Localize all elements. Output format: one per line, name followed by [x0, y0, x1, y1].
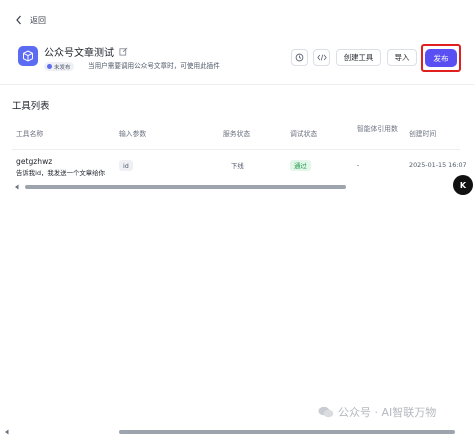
column-header-service-status: 服务状态: [223, 130, 251, 138]
page-title: 公众号文章测试: [44, 44, 128, 59]
watermark: 公众号 · AI智联万物: [318, 404, 436, 420]
table-header-divider: [12, 149, 460, 150]
back-link[interactable]: 返回: [14, 14, 46, 26]
created-at-cell: 2025-01-15 16:07: [409, 161, 467, 169]
tool-list-title: 工具列表: [12, 101, 50, 112]
plugin-description: 当用户需要调用公众号文章时，可使用此插件: [88, 62, 220, 70]
watermark-text: 公众号 · AI智联万物: [338, 406, 437, 419]
status-badge-label: 未发布: [54, 64, 71, 71]
cube-icon: [23, 50, 33, 62]
status-badge: 未发布: [44, 62, 74, 71]
clock-icon: [295, 53, 304, 62]
agent-refs-cell: -: [357, 161, 360, 169]
edit-icon[interactable]: [119, 47, 128, 56]
floating-assistant-button[interactable]: K: [453, 175, 473, 195]
table-horizontal-scrollbar[interactable]: [14, 184, 462, 190]
create-tool-button[interactable]: 创建工具: [336, 49, 381, 66]
plugin-icon: [18, 46, 38, 66]
chevron-left-icon: [16, 15, 21, 25]
column-header-agent-refs: 智能体引用数: [357, 125, 398, 133]
publish-highlight-frame: 发布: [421, 44, 461, 72]
wechat-icon: [318, 406, 334, 418]
page-scroll-left-arrow-icon[interactable]: [4, 429, 10, 435]
history-button[interactable]: [291, 49, 308, 66]
column-header-debug-status: 调试状态: [290, 130, 318, 138]
column-header-tool-name: 工具名称: [16, 130, 44, 138]
column-header-created-at: 创建时间: [409, 130, 437, 138]
plugin-title: 公众号文章测试: [44, 48, 114, 59]
code-button[interactable]: [313, 49, 330, 66]
input-param-tag: id: [119, 160, 133, 171]
debug-status-tag: 通过: [290, 160, 311, 171]
scroll-left-arrow-icon[interactable]: [14, 184, 20, 190]
status-dot-icon: [47, 64, 52, 69]
header-divider: [0, 84, 474, 85]
import-button[interactable]: 导入: [387, 49, 417, 66]
page-scroll-thumb[interactable]: [119, 430, 455, 434]
back-label: 返回: [30, 15, 46, 25]
tool-name-cell[interactable]: getgzhwz: [16, 157, 52, 166]
service-status-cell: 下线: [231, 162, 244, 170]
table-scroll-thumb[interactable]: [25, 185, 346, 189]
page-horizontal-scrollbar[interactable]: [0, 428, 474, 435]
tool-description-cell: 告诉我id，我发送一个文章给你: [16, 169, 105, 177]
publish-button[interactable]: 发布: [425, 49, 457, 67]
code-icon: [316, 54, 327, 61]
column-header-input-params: 输入参数: [119, 130, 147, 138]
